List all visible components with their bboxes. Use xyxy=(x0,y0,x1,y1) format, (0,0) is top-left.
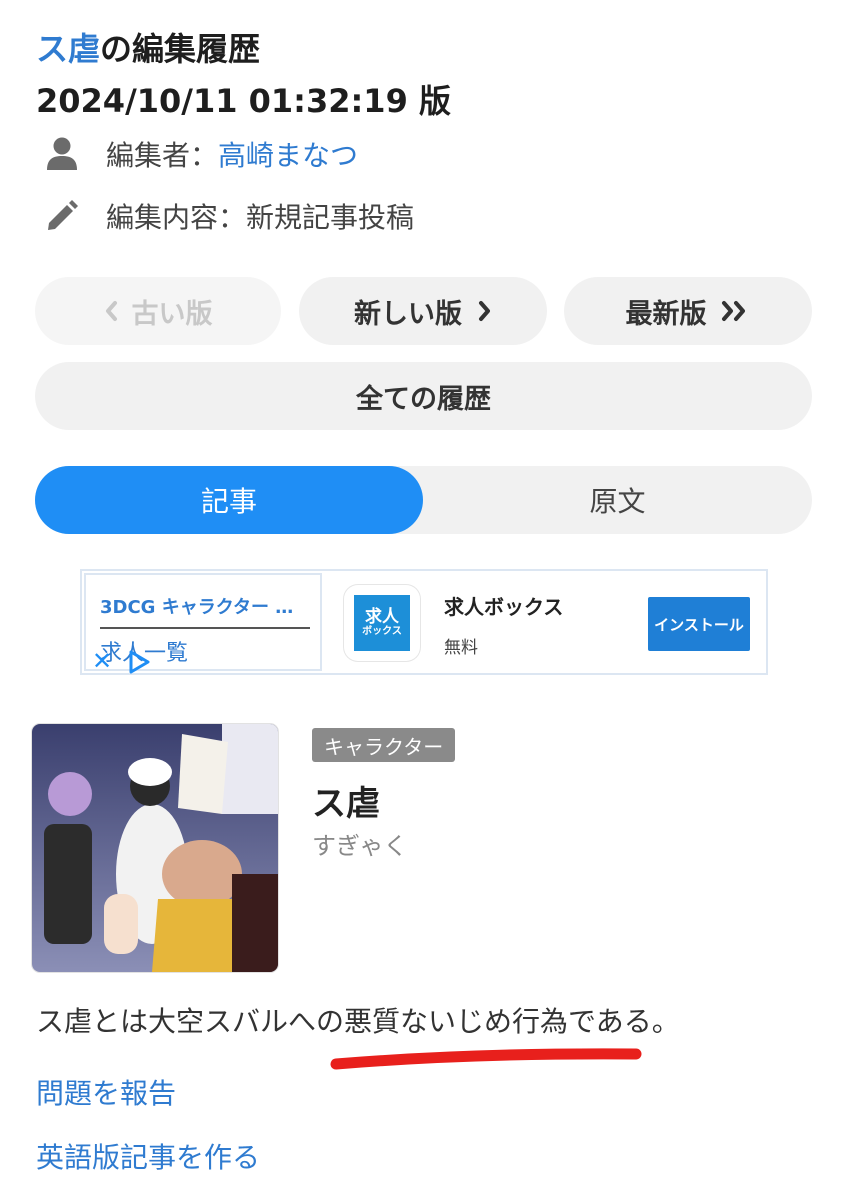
latest-version-button[interactable]: 最新版 xyxy=(564,277,812,345)
latest-version-label: 最新版 xyxy=(625,298,707,330)
create-english-article-link[interactable]: 英語版記事を作る xyxy=(36,1136,260,1176)
ad-divider xyxy=(100,627,310,629)
article-summary: ス虐とは大空スバルへの悪質ないじめ行為である。 xyxy=(36,1005,680,1038)
article-reading: すぎゃく xyxy=(312,832,408,860)
report-problem-link[interactable]: 問題を報告 xyxy=(36,1072,176,1112)
article-link[interactable]: ス虐 xyxy=(36,30,100,68)
double-chevron-right-icon xyxy=(721,300,751,322)
ad-banner[interactable]: 3DCG キャラクター … 求人一覧 ✕ 求人 ボックス 求人ボックス 無料 イ… xyxy=(80,569,768,675)
ad-app-icon[interactable]: 求人 ボックス xyxy=(344,585,420,661)
ad-app-price: 無料 xyxy=(444,638,478,658)
ad-close-icon[interactable]: ✕ xyxy=(92,649,112,673)
all-history-button[interactable]: 全ての履歴 xyxy=(35,362,812,430)
newer-version-label: 新しい版 xyxy=(354,298,462,330)
ad-install-button[interactable]: インストール xyxy=(648,597,750,651)
title-suffix: の編集履歴 xyxy=(100,30,261,68)
editor-row: 編集者： 高崎まなつ xyxy=(44,132,358,176)
category-badge[interactable]: キャラクター xyxy=(312,728,456,762)
tab-source[interactable]: 原文 xyxy=(423,466,812,534)
ad-title: 3DCG キャラクター … xyxy=(100,597,294,618)
ad-app-icon-top-text: 求人 xyxy=(365,606,399,627)
article-name: ス虐 xyxy=(312,784,380,824)
ad-app-name: 求人ボックス xyxy=(444,595,564,619)
person-icon xyxy=(44,136,80,172)
ad-text-block[interactable]: 3DCG キャラクター … 求人一覧 ✕ xyxy=(84,573,322,674)
pencil-icon xyxy=(44,198,80,234)
view-tabs: 記事 原文 xyxy=(35,466,812,534)
edit-content-text: 編集内容：新規記事投稿 xyxy=(106,201,415,234)
ad-choices-icon[interactable] xyxy=(126,649,152,679)
chevron-right-icon xyxy=(478,300,492,322)
red-underline-annotation xyxy=(330,1044,642,1076)
article-thumbnail[interactable] xyxy=(32,724,278,972)
chevron-left-icon xyxy=(104,300,118,322)
tab-article[interactable]: 記事 xyxy=(35,466,423,534)
older-version-button[interactable]: 古い版 xyxy=(35,277,281,345)
older-version-label: 古い版 xyxy=(131,298,213,330)
editor-label: 編集者： xyxy=(106,139,219,172)
page-title: ス虐の編集履歴 xyxy=(36,24,260,70)
edit-content-row: 編集内容：新規記事投稿 xyxy=(44,194,414,238)
editor-name-link[interactable]: 高崎まなつ xyxy=(218,134,358,174)
newer-version-button[interactable]: 新しい版 xyxy=(299,277,547,345)
version-title: 2024/10/11 01:32:19 版 xyxy=(36,82,451,120)
ad-app-icon-bottom-text: ボックス xyxy=(362,625,402,637)
